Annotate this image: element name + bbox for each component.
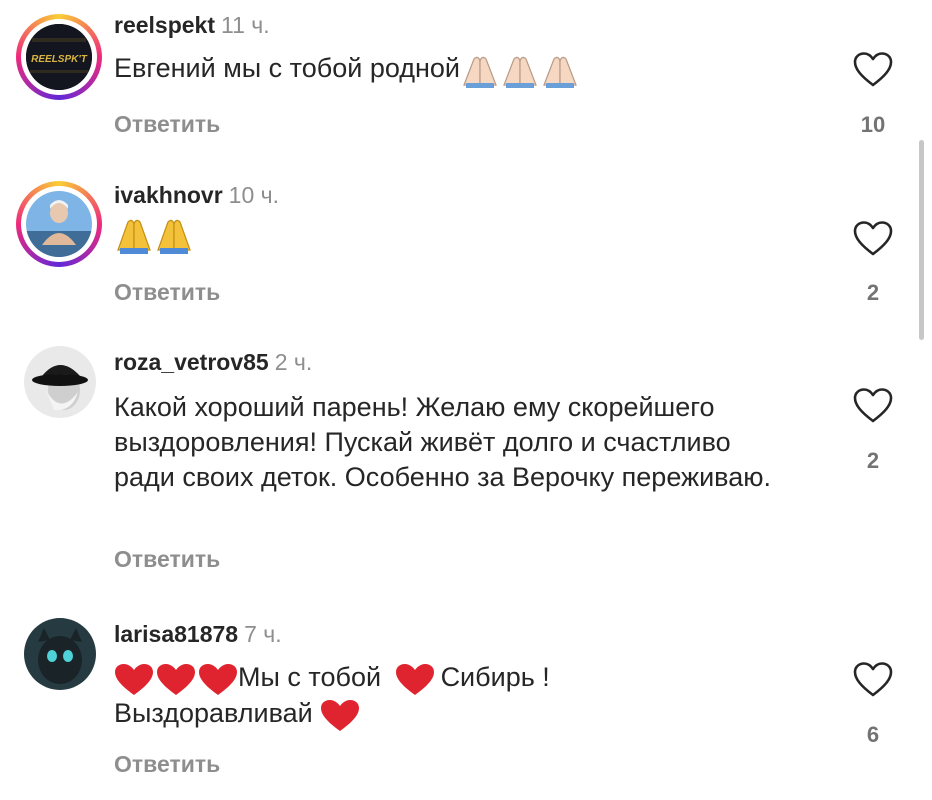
avatar-logo-text: REELSPK'T [31,54,88,65]
comment-time: 2 ч. [274,349,313,375]
reply-button[interactable]: Ответить [114,545,220,573]
username[interactable]: reelspekt [114,12,215,38]
comment-body-part1: Мы с тобой [238,662,382,692]
comment-body-part3: Выздоравливай [114,698,313,728]
like-button[interactable] [853,662,893,698]
red-heart-emoji-icon [395,663,434,695]
pray-emojis [114,216,196,256]
comment-text: Какой хороший парень! Желаю ему скорейше… [114,392,771,492]
comment-body: Евгений мы с тобой родной [114,53,461,84]
comment-header: roza_vetrov85 2 ч. [114,348,312,376]
comments-screen: REELSPK'T reelspekt 11 ч. Евгений мы с то… [0,0,932,800]
avatar-story-ring[interactable] [16,181,102,267]
heart-outline-icon [853,221,893,256]
like-button[interactable] [853,221,893,257]
comment-time: 10 ч. [228,182,280,208]
username[interactable]: ivakhnovr [114,182,223,208]
like-button[interactable] [853,388,893,424]
reply-button[interactable]: Ответить [114,750,220,778]
comment-time: 7 ч. [244,621,282,647]
like-count: 6 [866,722,880,747]
red-heart-emoji-icon [321,699,360,731]
heart-emoji [320,697,360,733]
heart-outline-icon [853,662,893,697]
username[interactable]: larisa81878 [114,621,238,647]
pray-emoji-icon [463,56,577,88]
comment-body-part2: Сибирь ! [440,662,550,692]
avatar[interactable] [24,618,96,690]
comment-header: reelspekt 11 ч. [114,11,270,39]
comment-text: Мы с тобой Сибирь ! Выздоравливай [114,660,774,732]
like-button[interactable] [853,52,893,88]
reply-button[interactable]: Ответить [114,110,220,138]
comment-header: larisa81878 7 ч. [114,620,282,648]
avatar-story-ring[interactable]: REELSPK'T [16,14,102,100]
avatar[interactable] [24,346,96,418]
comment-text: Евгений мы с тобой родной [114,51,814,89]
pray-emojis [460,51,580,89]
comment-text [114,216,814,256]
like-count: 2 [866,280,880,305]
heart-outline-icon [853,52,893,87]
comment-time: 11 ч. [221,12,270,38]
heart-outline-icon [853,388,893,423]
like-count: 2 [866,448,880,473]
heart-emoji [395,661,435,697]
comment-header: ivakhnovr 10 ч. [114,181,279,209]
avatar: REELSPK'T [26,24,92,90]
pray-emoji-icon [117,219,191,254]
like-count: 10 [860,112,886,137]
username[interactable]: roza_vetrov85 [114,349,269,375]
avatar [26,191,92,257]
reply-button[interactable]: Ответить [114,278,220,306]
scrollbar[interactable] [919,140,924,340]
red-heart-emoji-icon [115,663,237,695]
heart-emojis [114,661,238,697]
